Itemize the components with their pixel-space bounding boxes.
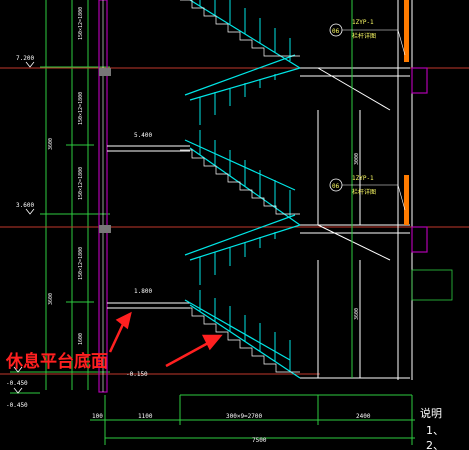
elevation-3600: 3.600: [16, 202, 34, 209]
dim-1600: 1600: [78, 333, 84, 345]
note-item-1: 1、: [426, 424, 444, 437]
riser-label-4: 150×12=1800: [78, 247, 84, 280]
stair-section-drawing: 7.200 3.600 -0.450 -0.450 3600 3600 150×…: [0, 0, 469, 450]
elevation-1800: 1.800: [134, 288, 152, 295]
elevation-m0150-ground: -0.150: [126, 371, 148, 378]
note-item-2: 2、: [426, 439, 444, 450]
note-title: 说明: [420, 406, 442, 420]
handrail-label-1: 1ZYP-1: [352, 19, 374, 26]
dim-3600-right: 3600: [354, 308, 360, 320]
dim-2400: 2400: [356, 413, 371, 420]
dim-3600-lower: 3600: [48, 293, 54, 305]
dim-run: 300×9=2700: [226, 413, 263, 420]
stair-flights: [184, 0, 301, 379]
annotation-arrows: [108, 311, 223, 368]
floor-slabs-right: [300, 67, 410, 379]
elevation-7200: 7.200: [16, 55, 34, 62]
handrail-sublabel-1: 栏杆详图: [352, 32, 376, 40]
dim-1100: 1100: [138, 413, 153, 420]
elevation-5400: 5.400: [134, 132, 152, 139]
handrail-label-2: 1ZYP-1: [352, 175, 374, 182]
dim-total: 7500: [252, 437, 267, 444]
circle-label-2: 06: [332, 183, 340, 190]
dim-3600-upper: 3600: [48, 138, 54, 150]
elevation-m0150: -0.450: [6, 380, 28, 387]
right-columns: [404, 0, 453, 301]
circle-label-1: 06: [332, 28, 340, 35]
riser-label-3: 150×12=1800: [78, 167, 84, 200]
cad-drawing-canvas: 7.200 3.600 -0.450 -0.450 3600 3600 150×…: [0, 0, 469, 450]
dim-3000-right: 3000: [354, 153, 360, 165]
riser-label-2: 150×12=1800: [78, 92, 84, 125]
stair-steps: [180, 0, 300, 373]
annotation-text: 休息平台底面: [5, 351, 108, 372]
elevation-m0450: -0.450: [6, 402, 28, 409]
left-wall: [98, 0, 111, 393]
handrail-sublabel-2: 栏杆详图: [352, 188, 376, 196]
riser-label-1: 150×12=1800: [78, 7, 84, 40]
dim-100: 100: [92, 413, 103, 420]
